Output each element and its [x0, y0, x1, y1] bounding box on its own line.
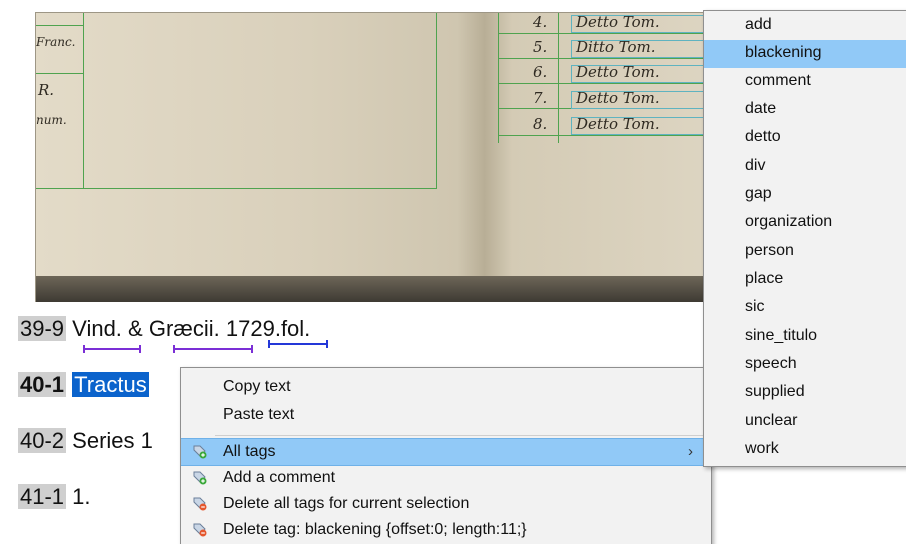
- tag-underline: [173, 345, 253, 353]
- handwriting-number: 7.: [533, 89, 548, 107]
- tag-option-label: work: [745, 440, 779, 457]
- menu-item-paste-text[interactable]: Paste text: [181, 402, 709, 428]
- tag-option-gap[interactable]: gap: [704, 181, 906, 209]
- line-text[interactable]: 1.: [72, 484, 90, 509]
- text-line-40-2[interactable]: 40-2 Series 1: [18, 428, 153, 454]
- grid-line: [83, 13, 84, 188]
- tag-option-organization[interactable]: organization: [704, 209, 906, 237]
- text-line-41-1[interactable]: 41-1 1.: [18, 484, 91, 510]
- tag-option-label: comment: [745, 72, 811, 89]
- text-region-box: [571, 15, 713, 33]
- tag-underline: [83, 345, 141, 353]
- tag-delete-icon: [193, 523, 207, 537]
- menu-item-label: Paste text: [223, 406, 295, 423]
- grid-line: [436, 13, 437, 188]
- menu-item-delete-tag[interactable]: Delete tag: blackening {offset:0; length…: [181, 517, 709, 543]
- text-region-box: [571, 117, 713, 135]
- submenu-arrow-icon: ›: [688, 443, 693, 460]
- tag-option-label: sine_titulo: [745, 327, 818, 344]
- grid-line: [498, 33, 716, 34]
- word[interactable]: Græcii.: [149, 316, 220, 341]
- tag-option-label: div: [745, 157, 766, 174]
- line-text[interactable]: Series 1: [72, 428, 153, 453]
- text-region-box: [571, 40, 713, 58]
- tag-delete-icon: [193, 497, 207, 511]
- tag-option-date[interactable]: date: [704, 96, 906, 124]
- handwriting-fragment: num.: [36, 113, 67, 127]
- line-number: 40-1: [18, 372, 67, 397]
- menu-item-delete-all-tags[interactable]: Delete all tags for current selection: [181, 491, 709, 517]
- tag-option-add[interactable]: add: [704, 12, 906, 40]
- tag-option-label: date: [745, 100, 777, 117]
- tag-option-comment[interactable]: comment: [704, 68, 906, 96]
- tag-option-label: sic: [745, 298, 765, 315]
- scanned-page-image[interactable]: Franc. R. num. 4. Detto Tom. 5. Ditto To…: [35, 12, 717, 303]
- handwriting-number: 4.: [533, 13, 548, 31]
- tag-option-label: detto: [745, 128, 781, 145]
- grid-line: [36, 73, 83, 74]
- grid-line: [498, 83, 716, 84]
- tag-option-label: gap: [745, 185, 772, 202]
- context-menu: Copy text Paste text All tags › Add a co…: [180, 367, 712, 544]
- tag-option-sic[interactable]: sic: [704, 294, 906, 322]
- tag-option-blackening[interactable]: blackening: [704, 40, 906, 68]
- text-region-box: [571, 65, 713, 83]
- text-line-40-1[interactable]: 40-1 Tractus: [18, 372, 149, 398]
- menu-item-label: Delete all tags for current selection: [223, 495, 470, 512]
- handwriting-number: 6.: [533, 63, 548, 81]
- handwriting-number: 5.: [533, 38, 548, 56]
- menu-item-add-comment[interactable]: Add a comment: [181, 465, 709, 491]
- line-number: 41-1: [18, 484, 67, 509]
- tag-option-sine-titulo[interactable]: sine_titulo: [704, 323, 906, 351]
- word[interactable]: 1729.: [226, 316, 281, 341]
- tag-add-icon: [193, 471, 207, 485]
- grid-line: [36, 188, 83, 189]
- tag-option-supplied[interactable]: supplied: [704, 379, 906, 407]
- menu-item-all-tags[interactable]: All tags ›: [181, 438, 709, 466]
- tag-option-label: person: [745, 242, 794, 259]
- word[interactable]: &: [128, 316, 143, 341]
- tag-option-label: add: [745, 16, 772, 33]
- tag-option-label: organization: [745, 213, 833, 230]
- line-number: 39-9: [18, 316, 67, 341]
- handwriting-number: 8.: [533, 115, 548, 133]
- tags-submenu: add blackening comment date detto div ga…: [703, 10, 906, 467]
- tag-option-speech[interactable]: speech: [704, 351, 906, 379]
- line-number: 40-2: [18, 428, 67, 453]
- menu-item-label: Copy text: [223, 378, 291, 395]
- tag-option-label: blackening: [745, 44, 822, 61]
- text-region-box: [571, 91, 713, 109]
- tag-option-label: speech: [745, 355, 797, 372]
- grid-line: [83, 188, 437, 189]
- word[interactable]: Vind.: [72, 316, 122, 341]
- menu-item-label: All tags: [223, 443, 276, 460]
- tag-option-label: unclear: [745, 412, 798, 429]
- text-line-39-9[interactable]: 39-9 Vind. & Græcii. 1729.fol.: [18, 316, 310, 342]
- handwriting-fragment: R.: [38, 81, 55, 99]
- grid-line: [498, 135, 716, 136]
- handwriting-fragment: Franc.: [36, 35, 76, 49]
- menu-separator: [215, 435, 707, 436]
- tag-option-work[interactable]: work: [704, 436, 906, 464]
- grid-line: [498, 58, 716, 59]
- tag-option-unclear[interactable]: unclear: [704, 408, 906, 436]
- word[interactable]: fol.: [281, 316, 310, 341]
- page-binding-shadow: [36, 276, 716, 302]
- tag-option-div[interactable]: div: [704, 153, 906, 181]
- tag-option-label: place: [745, 270, 784, 287]
- tag-option-detto[interactable]: detto: [704, 124, 906, 152]
- tag-option-place[interactable]: place: [704, 266, 906, 294]
- grid-line: [36, 25, 83, 26]
- tag-option-label: supplied: [745, 383, 805, 400]
- tag-add-icon: [193, 445, 207, 459]
- tag-option-person[interactable]: person: [704, 238, 906, 266]
- menu-item-label: Delete tag: blackening {offset:0; length…: [223, 521, 527, 538]
- tag-underline: [268, 340, 328, 348]
- menu-item-label: Add a comment: [223, 469, 336, 486]
- menu-item-copy-text[interactable]: Copy text: [181, 374, 709, 400]
- transcription-editor: Franc. R. num. 4. Detto Tom. 5. Ditto To…: [0, 0, 906, 544]
- selected-text[interactable]: Tractus: [72, 372, 149, 397]
